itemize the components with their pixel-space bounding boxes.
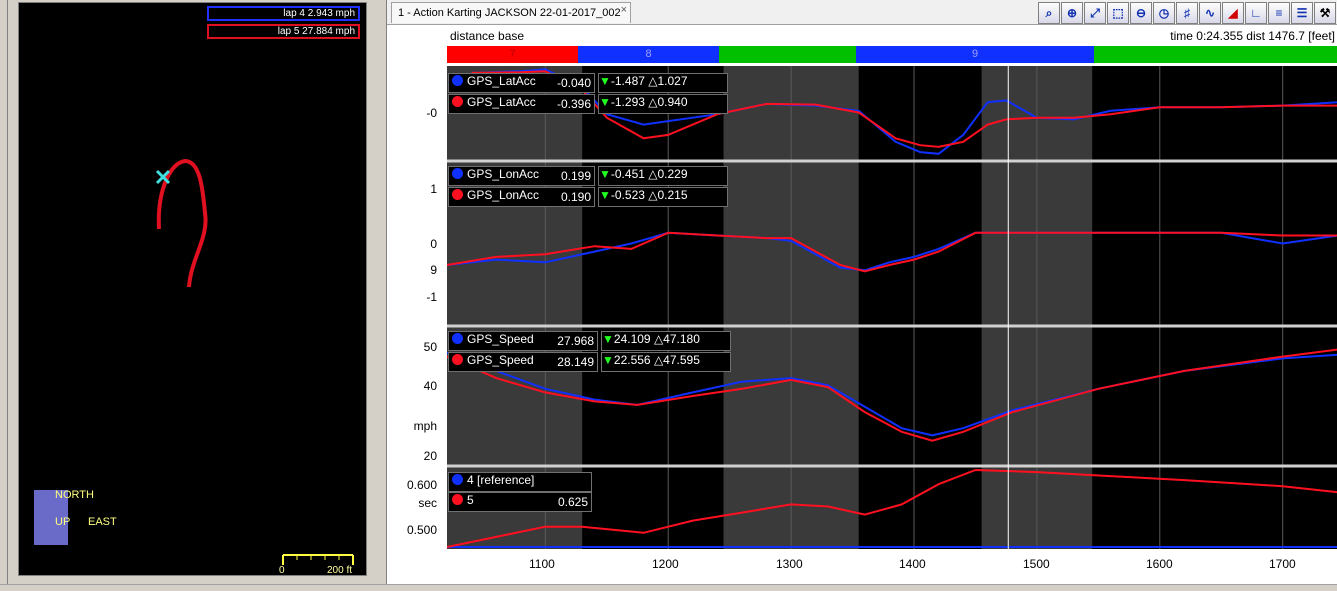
- blue-dot-icon: [452, 75, 463, 86]
- ytick-lat-0: -0: [426, 106, 437, 120]
- blue-dot-icon: [452, 474, 463, 485]
- legend-lat-blue: GPS_LatAcc -0.040: [448, 73, 595, 93]
- tab-title: 1 - Action Karting JACKSON 22-01-2017_00…: [398, 7, 621, 19]
- triangle-icon[interactable]: ◢: [1222, 2, 1244, 24]
- left-border: [0, 0, 8, 591]
- pane-splitter[interactable]: [376, 0, 386, 591]
- ytick-speed-20: 20: [423, 449, 437, 463]
- sector-7[interactable]: 7: [447, 46, 578, 63]
- legend-time-blue: 4 [reference]: [448, 472, 592, 492]
- distance-readout: dist 1476.7 [feet]: [1246, 29, 1335, 43]
- ytick-lon-1: 1: [430, 182, 437, 196]
- red-dot-icon: [452, 189, 463, 200]
- legend-speed-red: GPS_Speed 28.149: [448, 352, 598, 372]
- xtick-1100: 1100: [529, 557, 555, 571]
- sector-8[interactable]: 8: [578, 46, 719, 63]
- xtick-1400: 1400: [899, 557, 926, 571]
- graph-header: distance base time 0:24.355 dist 1476.7 …: [447, 26, 1337, 46]
- zoom-select-icon[interactable]: ⬚: [1107, 2, 1129, 24]
- zoom-out-icon[interactable]: ⊖: [1130, 2, 1152, 24]
- blue-dot-icon: [452, 333, 463, 344]
- xtick-1200: 1200: [652, 557, 679, 571]
- zoom-2d-icon[interactable]: ⌕: [1038, 2, 1060, 24]
- legend-speed-blue: GPS_Speed 27.968: [448, 331, 598, 351]
- sector-9b[interactable]: [1094, 46, 1337, 63]
- scale-end: 200 ft: [327, 565, 353, 576]
- status-strip: [0, 584, 1337, 591]
- legend-lat-red: GPS_LatAcc -0.396: [448, 94, 595, 114]
- sector-9[interactable]: 9: [856, 46, 1094, 63]
- sector-8b[interactable]: [719, 46, 856, 63]
- ytick-speed-40: 40: [423, 379, 437, 393]
- layout-e-icon[interactable]: ≡: [1268, 2, 1290, 24]
- y-axis-labels: -0 1 0 9 -1 50 40 mph 20 0.600 sec 0.500: [387, 66, 445, 549]
- xtick-1600: 1600: [1146, 557, 1173, 571]
- wrench-icon[interactable]: ⚒: [1314, 2, 1336, 24]
- ytick-speed-unit: mph: [413, 419, 437, 433]
- compass-up: UP: [55, 516, 71, 528]
- sector-bar[interactable]: 7 8 9: [447, 46, 1337, 63]
- ytick-time-0500: 0.500: [406, 523, 437, 537]
- legend-lon-blue-minmax: ▼-0.451 △0.229: [598, 166, 728, 186]
- base-label: distance base: [450, 29, 525, 43]
- compass-north: NORTH: [55, 489, 94, 501]
- tab-session[interactable]: 1 - Action Karting JACKSON 22-01-2017_00…: [391, 2, 631, 23]
- xtick-1500: 1500: [1023, 557, 1050, 571]
- ytick-speed-50: 50: [423, 340, 437, 354]
- legend-speed-blue-minmax: ▼24.109 △47.180: [601, 331, 731, 351]
- tab-close-icon[interactable]: ×: [621, 4, 627, 16]
- legend-lon-red-minmax: ▼-0.523 △0.215: [598, 187, 728, 207]
- graph-window: 1 - Action Karting JACKSON 22-01-2017_00…: [386, 0, 1337, 591]
- layout-list-icon[interactable]: ☰: [1291, 2, 1313, 24]
- ytick-time-0600: 0.600: [406, 478, 437, 492]
- red-dot-icon: [452, 354, 463, 365]
- ytick-lon-9: 9: [430, 263, 437, 277]
- legend-lat-red-minmax: ▼-1.293 △0.940: [598, 94, 728, 114]
- red-dot-icon: [452, 96, 463, 107]
- track-map-panel[interactable]: lap 4 2.943 mph lap 5 27.884 mph NORTH U…: [18, 2, 367, 576]
- scale-bar: [282, 554, 354, 565]
- legend-lon-blue: GPS_LonAcc 0.199: [448, 166, 595, 186]
- compass-east: EAST: [88, 516, 117, 528]
- xtick-1300: 1300: [776, 557, 803, 571]
- zoom-in-icon[interactable]: ⊕: [1061, 2, 1083, 24]
- time-readout: time 0:24.355: [1170, 29, 1243, 43]
- graph-toolbar: ⌕ ⊕ ⤢ ⬚ ⊖ ◷ ♯ ∿ ◢ ∟ ≡ ☰ ⚒: [1038, 2, 1336, 24]
- clock-icon[interactable]: ◷: [1153, 2, 1175, 24]
- grid-icon[interactable]: ♯: [1176, 2, 1198, 24]
- zoom-fit-icon[interactable]: ⤢: [1084, 2, 1106, 24]
- tab-bar: 1 - Action Karting JACKSON 22-01-2017_00…: [387, 0, 1337, 25]
- ytick-lon-0: 0: [430, 237, 437, 251]
- legend-lat-blue-minmax: ▼-1.487 △1.027: [598, 73, 728, 93]
- ytick-time-unit: sec: [418, 496, 437, 510]
- overlay-icon[interactable]: ∿: [1199, 2, 1221, 24]
- red-dot-icon: [452, 494, 463, 505]
- xtick-1700: 1700: [1269, 557, 1296, 571]
- legend-speed-red-minmax: ▼22.556 △47.595: [601, 352, 731, 372]
- layout-l-icon[interactable]: ∟: [1245, 2, 1267, 24]
- ytick-lon-neg1: -1: [426, 290, 437, 304]
- blue-dot-icon: [452, 168, 463, 179]
- legend-lon-red: GPS_LonAcc 0.190: [448, 187, 595, 207]
- scale-start: 0: [279, 565, 285, 576]
- legend-time-red: 5 0.625: [448, 492, 592, 512]
